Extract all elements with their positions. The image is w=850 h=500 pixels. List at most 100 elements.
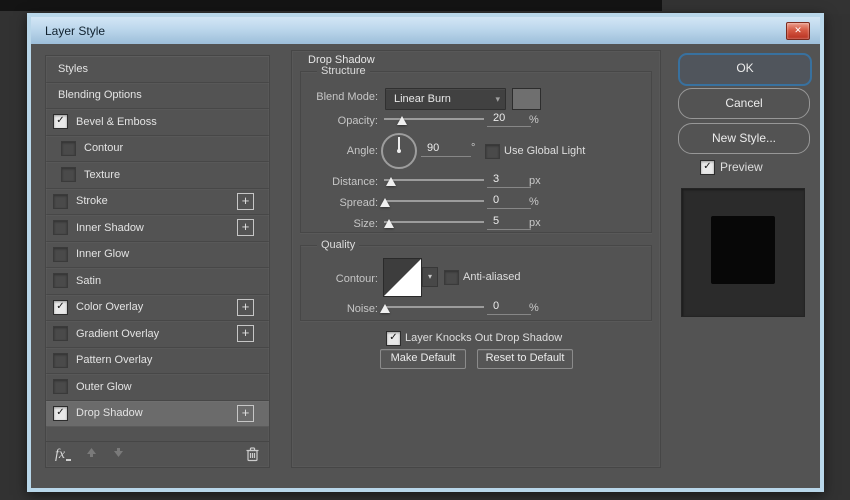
styles-list-item-blending-options[interactable]: Blending Options: [46, 83, 269, 110]
delete-effect-icon[interactable]: [245, 446, 260, 467]
quality-group: Quality Contour: ▾ Anti-aliased Noise: 0…: [300, 245, 652, 321]
blend-mode-value: Linear Burn: [386, 93, 495, 105]
slider-track: [384, 306, 484, 308]
blend-mode-dropdown[interactable]: Linear Burn ▾: [385, 88, 506, 110]
style-label: Blending Options: [58, 89, 142, 101]
style-enabled-checkbox[interactable]: [61, 167, 76, 182]
slider-thumb[interactable]: [384, 219, 394, 228]
size-slider[interactable]: [381, 215, 487, 229]
styles-list-panel: Styles Blending Options ✓Bevel & Emboss Con…: [45, 55, 270, 468]
style-label: Drop Shadow: [76, 407, 143, 419]
style-label: Styles: [58, 63, 88, 75]
styles-list-item-pattern-overlay[interactable]: Pattern Overlay: [46, 348, 269, 375]
preview-checkbox[interactable]: ✓: [700, 160, 715, 175]
use-global-light-checkbox[interactable]: [485, 144, 500, 159]
opacity-unit: %: [529, 114, 539, 126]
styles-list-item-styles[interactable]: Styles: [46, 56, 269, 83]
shadow-color-swatch[interactable]: [512, 88, 541, 110]
effects-toolbar: fx: [46, 441, 269, 467]
style-enabled-checkbox[interactable]: [53, 194, 68, 209]
styles-list-item-bevel-emboss[interactable]: ✓Bevel & Emboss: [46, 109, 269, 136]
opacity-slider[interactable]: [381, 112, 487, 126]
drop-shadow-options-panel: Drop Shadow Structure Blend Mode: Linear…: [291, 50, 661, 468]
preview-label: Preview: [720, 160, 763, 174]
close-icon[interactable]: ✕: [786, 22, 810, 40]
dialog-title: Layer Style: [31, 24, 105, 38]
add-effect-instance-button[interactable]: +: [237, 299, 254, 316]
styles-list-item-texture[interactable]: Texture: [46, 162, 269, 189]
contour-thumbnail[interactable]: [383, 258, 422, 297]
distance-slider[interactable]: [381, 173, 487, 187]
style-label: Inner Shadow: [76, 222, 144, 234]
distance-input[interactable]: 3: [487, 173, 531, 188]
distance-unit: px: [529, 175, 541, 187]
noise-slider[interactable]: [381, 300, 487, 314]
style-enabled-checkbox[interactable]: ✓: [53, 406, 68, 421]
style-enabled-checkbox[interactable]: [53, 326, 68, 341]
angle-dial[interactable]: [381, 133, 417, 169]
style-enabled-checkbox[interactable]: [53, 220, 68, 235]
contour-picker-caret-icon[interactable]: ▾: [422, 267, 438, 287]
move-effect-down-icon[interactable]: [112, 446, 125, 464]
styles-list-item-color-overlay[interactable]: ✓Color Overlay+: [46, 295, 269, 322]
slider-thumb[interactable]: [397, 116, 407, 125]
blend-mode-label: Blend Mode:: [301, 91, 378, 103]
cancel-button[interactable]: Cancel: [678, 88, 810, 119]
make-default-button[interactable]: Make Default: [380, 349, 466, 369]
size-input[interactable]: 5: [487, 215, 531, 230]
noise-label: Noise:: [301, 303, 378, 315]
new-style-button[interactable]: New Style...: [678, 123, 810, 154]
reset-to-default-button[interactable]: Reset to Default: [477, 349, 573, 369]
opacity-label: Opacity:: [301, 115, 378, 127]
spread-slider[interactable]: [381, 194, 487, 208]
angle-unit: °: [471, 142, 475, 154]
spread-label: Spread:: [301, 197, 378, 209]
slider-track: [384, 200, 484, 202]
slider-thumb[interactable]: [380, 304, 390, 313]
styles-list: Styles Blending Options ✓Bevel & Emboss Con…: [46, 56, 269, 427]
structure-group: Structure Blend Mode: Linear Burn ▾ Opac…: [300, 71, 652, 233]
dialog-titlebar[interactable]: Layer Style ✕: [31, 17, 820, 44]
move-effect-up-icon[interactable]: [85, 446, 98, 464]
anti-aliased-checkbox[interactable]: [444, 270, 459, 285]
style-enabled-checkbox[interactable]: ✓: [53, 300, 68, 315]
styles-list-item-stroke[interactable]: Stroke+: [46, 189, 269, 216]
style-enabled-checkbox[interactable]: [53, 273, 68, 288]
style-label: Contour: [84, 142, 123, 154]
spread-input[interactable]: 0: [487, 194, 531, 209]
style-label: Texture: [84, 169, 120, 181]
add-effect-instance-button[interactable]: +: [237, 405, 254, 422]
add-effect-instance-button[interactable]: +: [237, 325, 254, 342]
contour-label: Contour:: [301, 273, 378, 285]
styles-list-item-outer-glow[interactable]: Outer Glow: [46, 374, 269, 401]
anti-aliased-label: Anti-aliased: [463, 271, 520, 283]
slider-thumb[interactable]: [380, 198, 390, 207]
slider-thumb[interactable]: [386, 177, 396, 186]
styles-list-item-drop-shadow[interactable]: ✓ Drop Shadow +: [46, 401, 269, 428]
opacity-input[interactable]: 20: [487, 112, 531, 127]
add-effect-instance-button[interactable]: +: [237, 193, 254, 210]
ok-button[interactable]: OK: [678, 53, 812, 86]
style-enabled-checkbox[interactable]: [61, 141, 76, 156]
style-label: Inner Glow: [76, 248, 129, 260]
styles-list-item-inner-shadow[interactable]: Inner Shadow +: [46, 215, 269, 242]
angle-input[interactable]: 90: [421, 142, 471, 157]
noise-input[interactable]: 0: [487, 300, 531, 315]
app-background-top-right: [662, 0, 850, 14]
add-effect-instance-button[interactable]: +: [237, 219, 254, 236]
chevron-down-icon: ▾: [495, 94, 505, 105]
style-enabled-checkbox[interactable]: ✓: [53, 114, 68, 129]
styles-list-item-contour[interactable]: Contour: [46, 136, 269, 163]
styles-list-item-inner-glow[interactable]: Inner Glow: [46, 242, 269, 269]
distance-label: Distance:: [301, 176, 378, 188]
style-enabled-checkbox[interactable]: [53, 247, 68, 262]
styles-list-item-satin[interactable]: Satin: [46, 268, 269, 295]
preview-thumbnail: [681, 188, 805, 317]
style-enabled-checkbox[interactable]: [53, 379, 68, 394]
styles-list-item-gradient-overlay[interactable]: Gradient Overlay+: [46, 321, 269, 348]
layer-knocks-out-checkbox[interactable]: ✓: [386, 331, 401, 346]
size-unit: px: [529, 217, 541, 229]
fx-icon[interactable]: fx: [55, 447, 65, 463]
style-enabled-checkbox[interactable]: [53, 353, 68, 368]
layer-knocks-out-label: Layer Knocks Out Drop Shadow: [405, 332, 562, 344]
